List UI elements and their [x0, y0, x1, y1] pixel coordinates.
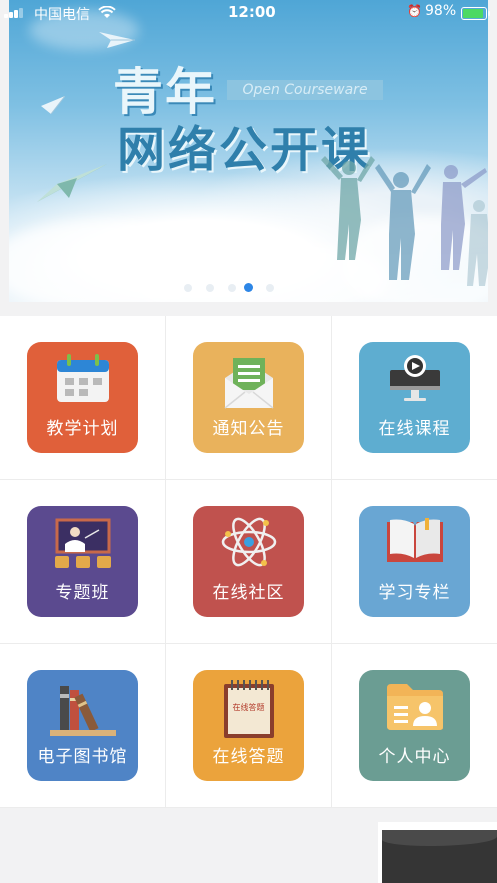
paper-plane-icon	[99, 32, 135, 48]
carousel-page-indicator	[9, 283, 488, 296]
signal-icon	[4, 8, 26, 18]
status-bar: 中国电信 12:00 ⏰ 98%	[0, 0, 497, 26]
jumping-crowd-illustration	[321, 156, 488, 286]
carrier-name: 中国电信	[34, 7, 90, 23]
special-class-button[interactable]: 专题班	[27, 506, 138, 617]
grid-cell-personal-center: 个人中心	[332, 644, 497, 808]
clock: 12:00	[228, 3, 276, 21]
envelope-icon	[224, 358, 273, 409]
notice-button[interactable]: 通知公告	[193, 342, 304, 453]
online-course-button[interactable]: 在线课程	[359, 342, 470, 453]
grid-cell-library: 电子图书馆	[0, 644, 165, 808]
profile-folder-icon	[386, 684, 443, 730]
grid-cell-online-course: 在线课程	[332, 316, 497, 480]
notepad-text: 在线答题	[232, 703, 265, 712]
banner-subtitle: Open Courseware	[227, 80, 383, 100]
community-button[interactable]: 在线社区	[193, 506, 304, 617]
carousel-dot[interactable]	[206, 284, 214, 292]
online-answer-label: 在线答题	[212, 747, 285, 767]
library-button[interactable]: 电子图书馆	[27, 670, 138, 781]
grid-cell-teaching-plan: 教学计划	[0, 316, 165, 480]
community-label: 在线社区	[212, 583, 285, 603]
battery-icon	[461, 7, 490, 20]
wifi-icon	[98, 5, 116, 23]
calendar-icon	[56, 354, 109, 402]
teaching-plan-button[interactable]: 教学计划	[27, 342, 138, 453]
personal-center-label: 个人中心	[378, 747, 451, 767]
online-course-label: 在线课程	[378, 419, 451, 439]
special-class-label: 专题班	[55, 583, 110, 603]
grid-cell-community: 在线社区	[166, 480, 331, 644]
grid-cell-study-column: 学习专栏	[332, 480, 497, 644]
atom-icon	[221, 517, 276, 567]
online-answer-button[interactable]: 在线答题 在线答题	[193, 670, 304, 781]
teaching-plan-label: 教学计划	[46, 419, 119, 439]
monitor-play-icon	[389, 355, 440, 401]
banner-carousel[interactable]: 青年 Open Courseware 网络公开课	[9, 0, 488, 302]
blackboard-teacher-icon	[54, 518, 111, 568]
notice-label: 通知公告	[212, 419, 285, 439]
grid-cell-online-answer: 在线答题 在线答题	[166, 644, 331, 808]
carousel-dot-active[interactable]	[244, 283, 253, 292]
grid-cell-notice: 通知公告	[166, 316, 331, 480]
alarm-icon: ⏰	[407, 4, 422, 18]
battery-percent: 98%	[425, 3, 457, 19]
library-label: 电子图书馆	[37, 747, 128, 767]
bookshelf-icon	[49, 686, 116, 736]
floating-overlay	[378, 822, 497, 883]
carousel-dot[interactable]	[184, 284, 192, 292]
open-book-icon	[386, 518, 443, 562]
paper-plane-icon	[41, 96, 65, 114]
study-column-button[interactable]: 学习专栏	[359, 506, 470, 617]
notepad-icon: 在线答题	[222, 680, 276, 738]
carousel-dot[interactable]	[228, 284, 236, 292]
grid-cell-special-class: 专题班	[0, 480, 165, 644]
personal-center-button[interactable]: 个人中心	[359, 670, 470, 781]
carousel-dot[interactable]	[266, 284, 274, 292]
paper-plane-icon	[37, 164, 107, 202]
study-column-label: 学习专栏	[378, 583, 451, 603]
feature-grid: 教学计划 通知公告 在线课程 专题班 在线社区 学习专栏 电子图书馆 在线答题 …	[0, 316, 497, 808]
